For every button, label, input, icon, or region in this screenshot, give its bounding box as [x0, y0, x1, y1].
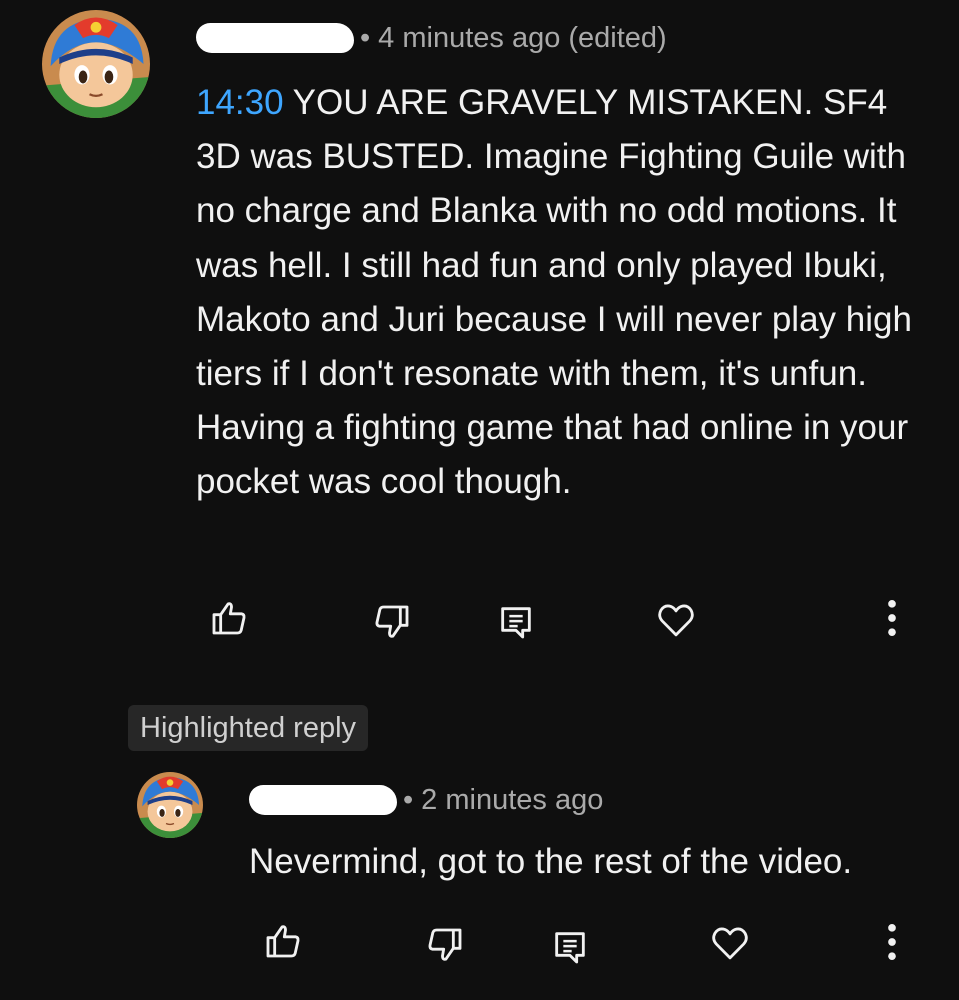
comment-meta: • 4 minutes ago (edited): [196, 18, 667, 58]
reply-body: Nevermind, got to the rest of the video.: [249, 842, 853, 881]
reply-button[interactable]: [492, 598, 540, 646]
reply-more-options-button[interactable]: [868, 918, 916, 966]
highlighted-reply-badge: Highlighted reply: [128, 705, 369, 751]
meta-separator: •: [403, 783, 414, 816]
reply-meta: • 2 minutes ago: [249, 780, 603, 820]
reply-like-button[interactable]: [259, 917, 307, 965]
heart-icon: [658, 604, 694, 637]
reply-avatar[interactable]: [137, 772, 203, 838]
heart-icon: [712, 927, 748, 960]
redacted-username: [196, 23, 354, 53]
thumbs-up-icon: [212, 602, 246, 635]
reply-reply-button[interactable]: [546, 923, 594, 971]
thumbs-down-icon: [428, 928, 462, 961]
like-button[interactable]: [205, 594, 253, 642]
comment-body-text: YOU ARE GRAVELY MISTAKEN. SF4 3D was BUS…: [196, 83, 912, 502]
commenter-avatar[interactable]: [42, 10, 150, 118]
meta-separator: •: [360, 21, 371, 54]
reply-dislike-button[interactable]: [421, 921, 469, 969]
redacted-username: [249, 785, 397, 815]
avatar-character-image: [42, 10, 150, 118]
thumbs-up-icon: [266, 925, 300, 958]
more-options-icon: [888, 924, 896, 960]
reply-time: 2 minutes ago: [421, 783, 604, 816]
heart-button[interactable]: [652, 596, 700, 644]
comment-body: 14:30 YOU ARE GRAVELY MISTAKEN. SF4 3D w…: [196, 76, 931, 510]
more-options-button[interactable]: [868, 594, 916, 642]
reply-heart-button[interactable]: [706, 919, 754, 967]
avatar-character-image: [137, 772, 203, 838]
video-timestamp-link[interactable]: 14:30: [196, 83, 284, 122]
comment-time: 4 minutes ago (edited): [378, 21, 667, 54]
reply-icon: [555, 932, 585, 964]
more-options-icon: [888, 600, 896, 636]
thumbs-down-icon: [375, 605, 409, 638]
dislike-button[interactable]: [368, 598, 416, 646]
reply-icon: [501, 607, 531, 639]
